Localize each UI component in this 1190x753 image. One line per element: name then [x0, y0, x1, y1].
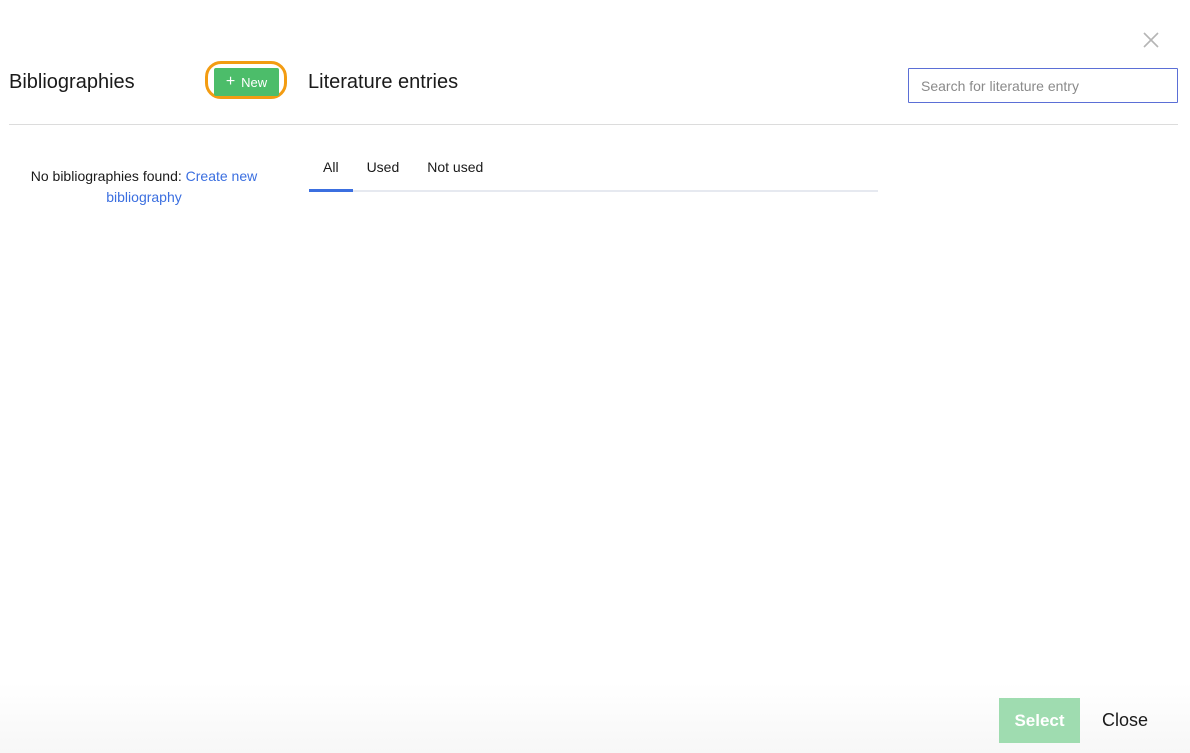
- literature-entries-title: Literature entries: [308, 71, 459, 93]
- bibliographies-title: Bibliographies: [9, 71, 135, 93]
- literature-tabs: All Used Not used: [309, 150, 878, 192]
- new-button-label: New: [241, 74, 268, 90]
- close-icon[interactable]: [1141, 30, 1161, 50]
- dialog-header: Bibliographies + New Literature entries: [9, 60, 1178, 125]
- plus-icon: +: [225, 73, 236, 90]
- empty-state-text: No bibliographies found:: [30, 168, 186, 184]
- bibliographies-empty-state: No bibliographies found: Create new bibl…: [9, 166, 279, 208]
- tab-all[interactable]: All: [309, 150, 353, 192]
- select-button[interactable]: Select: [999, 698, 1080, 743]
- tab-used[interactable]: Used: [353, 150, 414, 190]
- literature-dialog: Bibliographies + New Literature entries …: [0, 0, 1190, 753]
- search-literature-input[interactable]: [908, 68, 1178, 103]
- close-button[interactable]: Close: [1092, 698, 1158, 743]
- new-bibliography-button[interactable]: + New: [214, 68, 279, 96]
- tab-not-used[interactable]: Not used: [413, 150, 497, 190]
